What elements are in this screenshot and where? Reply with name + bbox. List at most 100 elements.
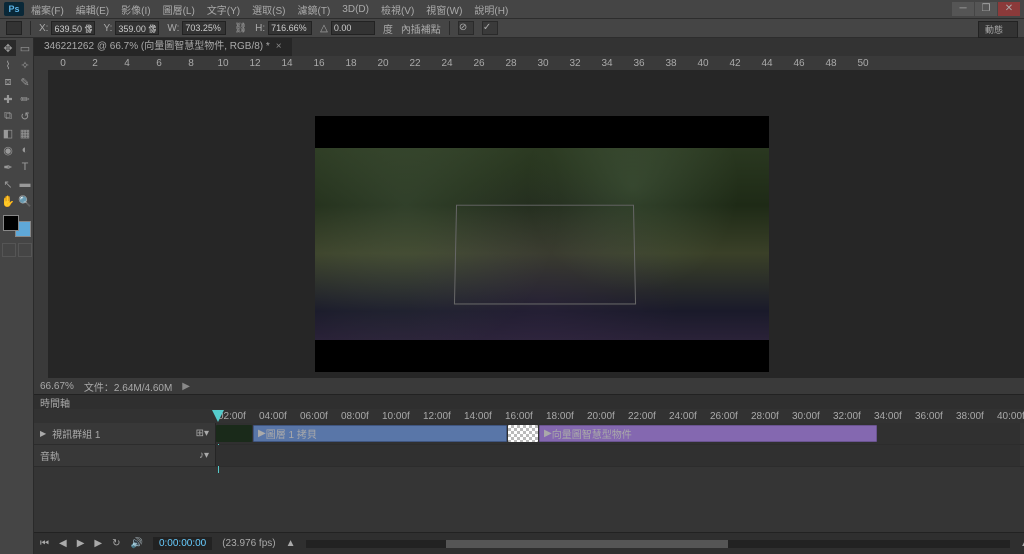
video-clip-2[interactable]: ▶ 向量圖智慧型物件 (539, 425, 877, 442)
ruler-vertical (34, 70, 48, 378)
menu-type[interactable]: 文字(Y) (202, 1, 245, 18)
cancel-transform-button[interactable]: ⊘ (458, 21, 474, 35)
menu-select[interactable]: 選取(S) (247, 1, 290, 18)
blur-tool[interactable]: ◉ (0, 142, 16, 158)
menu-bar: Ps 檔案(F) 編輯(E) 影像(I) 圖層(L) 文字(Y) 選取(S) 濾… (0, 0, 1024, 18)
next-frame-button[interactable]: ▶ (94, 538, 102, 549)
video-track: ▶ 視訊群組 1 ⊞▾ ▶ 圖層 1 拷貝 ▶ 向量圖智慧型物件 + (34, 423, 1024, 445)
zoom-tool[interactable]: 🔍 (17, 193, 33, 209)
marquee-tool[interactable]: ▭ (17, 40, 33, 56)
tool-preset-icon[interactable] (6, 21, 22, 35)
workspace-switcher[interactable]: 動態 (978, 21, 1018, 38)
maximize-button[interactable]: ❐ (975, 2, 997, 16)
document-image[interactable] (315, 116, 769, 372)
timecode[interactable]: 0:00:00:00 (153, 537, 212, 550)
angle-icon: △ (320, 23, 328, 34)
interp-label: 內插補點 (401, 21, 441, 36)
zoom-out-icon[interactable]: ▲ (286, 538, 296, 549)
audio-icon[interactable]: ♪▾ (199, 450, 209, 461)
tools-panel: ✥ ▭ ⌇ ✧ ⧈ ✎ ✚ ✏ ⧉ ↺ ◧ ▦ ◉ ◐ ✒ T ↖ ▬ ✋ 🔍 (0, 38, 34, 554)
timeline-zoom-slider[interactable] (306, 540, 1011, 548)
h-input[interactable] (268, 21, 312, 35)
canvas-area[interactable] (48, 70, 1024, 378)
pen-tool[interactable]: ✒ (0, 159, 16, 175)
menu-window[interactable]: 視窗(W) (421, 1, 467, 18)
quickmask-toggle[interactable] (2, 243, 16, 257)
track-add-icon[interactable]: ⊞▾ (196, 428, 209, 439)
timeline-ruler[interactable]: 02:00f04:00f06:00f08:00f10:00f12:00f14:0… (34, 409, 1024, 423)
transform-box[interactable] (454, 205, 636, 305)
window-controls: ─ ❐ ✕ (952, 2, 1020, 16)
menu-3d[interactable]: 3D(D) (337, 3, 374, 16)
foreground-color[interactable] (3, 215, 19, 231)
first-frame-button[interactable]: ⏮ (40, 538, 49, 549)
transparent-clip[interactable] (508, 425, 538, 442)
shape-tool[interactable]: ▬ (17, 176, 33, 192)
audio-track: 音軌 ♪▾ + (34, 445, 1024, 467)
x-input[interactable] (51, 21, 95, 35)
status-arrow-icon[interactable]: ▶ (182, 381, 190, 392)
brush-tool[interactable]: ✏ (17, 91, 33, 107)
screenmode-toggle[interactable] (18, 243, 32, 257)
document-tab[interactable]: 346221262 @ 66.7% (向量圖智慧型物件, RGB/8) * × (34, 38, 292, 56)
timeline-panel: 時間軸 02:00f04:00f06:00f08:00f10:00f12:00f… (34, 394, 1024, 554)
crop-tool[interactable]: ⧈ (0, 74, 16, 90)
app-logo: Ps (4, 2, 24, 16)
heal-tool[interactable]: ✚ (0, 91, 16, 107)
loop-button[interactable]: ↻ (112, 538, 120, 549)
gradient-tool[interactable]: ▦ (17, 125, 33, 141)
audio-track-name: 音軌 (40, 448, 60, 463)
menu-file[interactable]: 檔案(F) (26, 1, 69, 18)
timeline-title: 時間軸 (40, 395, 70, 410)
y-input[interactable] (115, 21, 159, 35)
zoom-in-icon[interactable]: ▲ (1020, 538, 1024, 549)
w-label: W: (167, 23, 179, 34)
document-tabs: 346221262 @ 66.7% (向量圖智慧型物件, RGB/8) * × (34, 38, 1024, 56)
track-expand-icon[interactable]: ▶ (40, 429, 46, 438)
menu-view[interactable]: 檢視(V) (376, 1, 419, 18)
dodge-tool[interactable]: ◐ (17, 142, 33, 158)
path-tool[interactable]: ↖ (0, 176, 16, 192)
link-icon[interactable]: ⛓ (234, 23, 247, 34)
ruler-horizontal: 0246810121416182022242628303234363840424… (34, 56, 1024, 70)
fps-label: (23.976 fps) (222, 538, 275, 549)
color-swatch[interactable] (3, 215, 31, 237)
type-tool[interactable]: T (17, 159, 33, 175)
wand-tool[interactable]: ✧ (17, 57, 33, 73)
track-add-button[interactable]: + (1020, 423, 1024, 444)
speaker-icon[interactable]: 🔊 (131, 538, 143, 549)
tab-title: 346221262 @ 66.7% (向量圖智慧型物件, RGB/8) * (44, 38, 270, 56)
clip-thumbnail[interactable] (216, 425, 252, 442)
eyedropper-tool[interactable]: ✎ (17, 74, 33, 90)
doc-info[interactable]: 文件：2.64M/4.60M (84, 379, 172, 394)
history-brush-tool[interactable]: ↺ (17, 108, 33, 124)
track-name: 視訊群組 1 (52, 426, 100, 441)
w-input[interactable] (182, 21, 226, 35)
menu-edit[interactable]: 編輯(E) (71, 1, 114, 18)
timeline-footer: ⏮ ◀ ▶ ▶ ↻ 🔊 0:00:00:00 (23.976 fps) ▲ ▲ (34, 532, 1024, 554)
h-label: H: (255, 23, 265, 34)
y-label: Y: (103, 23, 112, 34)
zoom-level[interactable]: 66.67% (40, 381, 74, 392)
minimize-button[interactable]: ─ (952, 2, 974, 16)
stamp-tool[interactable]: ⧉ (0, 108, 16, 124)
eraser-tool[interactable]: ◧ (0, 125, 16, 141)
commit-transform-button[interactable]: ✓ (482, 21, 498, 35)
move-tool[interactable]: ✥ (0, 40, 16, 56)
video-clip-1[interactable]: ▶ 圖層 1 拷貝 (253, 425, 507, 442)
status-bar: 66.67% 文件：2.64M/4.60M ▶ (34, 378, 1024, 394)
hand-tool[interactable]: ✋ (0, 193, 16, 209)
audio-add-button[interactable]: + (1020, 445, 1024, 466)
angle-input[interactable] (331, 21, 375, 35)
prev-frame-button[interactable]: ◀ (59, 538, 67, 549)
menu-layer[interactable]: 圖層(L) (158, 1, 200, 18)
deg-label: 度 (383, 21, 393, 36)
tab-close-icon[interactable]: × (276, 38, 282, 56)
play-button[interactable]: ▶ (77, 538, 85, 549)
menu-filter[interactable]: 濾鏡(T) (293, 1, 336, 18)
options-bar: X: Y: W: ⛓ H: △ 度 內插補點 ⊘ ✓ (0, 18, 1024, 38)
menu-image[interactable]: 影像(I) (116, 1, 155, 18)
close-button[interactable]: ✕ (998, 2, 1020, 16)
lasso-tool[interactable]: ⌇ (0, 57, 16, 73)
menu-help[interactable]: 說明(H) (469, 1, 513, 18)
